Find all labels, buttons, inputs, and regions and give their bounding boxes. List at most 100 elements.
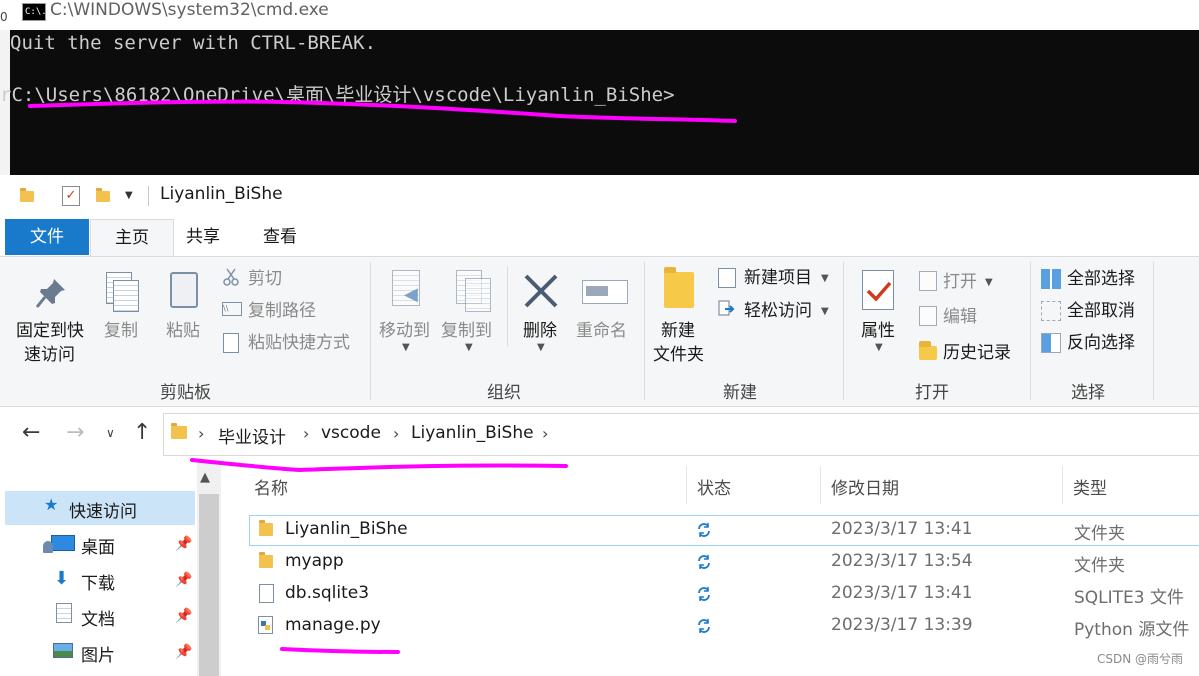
scrollbar-thumb[interactable] bbox=[199, 494, 219, 676]
select-none-icon bbox=[1041, 301, 1061, 321]
copy-path-button[interactable]: 复制路径 bbox=[248, 300, 316, 322]
column-header-modified[interactable]: 修改日期 bbox=[831, 474, 899, 499]
new-item-button[interactable]: 新建项目 bbox=[744, 267, 812, 289]
nav-item-quick-access[interactable]: 快速访问 bbox=[69, 497, 137, 522]
delete-button[interactable]: 删除 bbox=[523, 320, 557, 342]
group-label-new: 新建 bbox=[723, 383, 757, 403]
column-header-status[interactable]: 状态 bbox=[697, 474, 731, 499]
file-modified: 2023/3/17 13:41 bbox=[831, 519, 973, 539]
new-item-caret-icon[interactable]: ▼ bbox=[821, 273, 829, 284]
delete-caret-icon[interactable]: ▼ bbox=[537, 342, 545, 353]
cmd-window-title: C:\WINDOWS\system32\cmd.exe bbox=[50, 0, 329, 20]
nav-item-desktop[interactable]: 桌面 bbox=[81, 533, 115, 558]
open-button[interactable]: 打开 bbox=[943, 271, 977, 293]
breadcrumb-chevron-icon[interactable]: › bbox=[303, 424, 309, 443]
file-icon bbox=[259, 584, 274, 603]
properties-button[interactable]: 属性 bbox=[861, 320, 895, 342]
recent-locations-chevron-icon[interactable]: ∨ bbox=[106, 426, 115, 440]
column-divider[interactable] bbox=[1062, 466, 1063, 504]
organize-inner-separator bbox=[507, 266, 508, 346]
forward-arrow-icon[interactable]: → bbox=[66, 420, 84, 445]
file-name[interactable]: manage.py bbox=[285, 615, 381, 635]
file-name[interactable]: myapp bbox=[285, 551, 344, 571]
desktop-user-icon bbox=[43, 541, 53, 553]
up-arrow-icon[interactable]: ↑ bbox=[133, 420, 151, 445]
nav-item-documents[interactable]: 文档 bbox=[81, 605, 115, 630]
copy-to-caret-icon[interactable]: ▼ bbox=[465, 342, 473, 353]
file-type: 文件夹 bbox=[1074, 556, 1125, 576]
quick-access-dropdown-icon[interactable]: ▼ bbox=[125, 190, 133, 201]
documents-icon bbox=[56, 603, 72, 623]
file-modified: 2023/3/17 13:41 bbox=[831, 583, 973, 603]
pin-icon bbox=[35, 279, 65, 308]
column-divider[interactable] bbox=[820, 466, 821, 504]
cut-button[interactable]: 剪切 bbox=[248, 268, 282, 290]
select-none-button[interactable]: 全部取消 bbox=[1067, 300, 1135, 322]
new-folder-label-1[interactable]: 新建 bbox=[661, 320, 695, 342]
paste-shortcut-icon bbox=[223, 333, 239, 353]
sync-icon bbox=[698, 619, 710, 633]
copy-to-button[interactable]: 复制到 bbox=[441, 320, 492, 342]
pin-quick-access-label-1[interactable]: 固定到快 bbox=[16, 320, 84, 342]
paste-shortcut-button[interactable]: 粘贴快捷方式 bbox=[248, 332, 350, 354]
breadcrumb-chevron-icon[interactable]: › bbox=[198, 424, 204, 443]
group-label-clipboard: 剪贴板 bbox=[160, 383, 211, 403]
breadcrumb-item[interactable]: Liyanlin_BiShe bbox=[411, 423, 534, 443]
move-to-button[interactable]: 移动到 bbox=[379, 320, 430, 342]
select-all-button[interactable]: 全部选择 bbox=[1067, 268, 1135, 290]
breadcrumb-chevron-icon[interactable]: › bbox=[542, 424, 548, 443]
open-caret-icon[interactable]: ▼ bbox=[985, 277, 993, 288]
scroll-up-arrow-icon[interactable]: ▲ bbox=[200, 470, 210, 485]
group-label-select: 选择 bbox=[1071, 383, 1105, 403]
console-prompt-line: rC:\Users\86182\OneDrive\桌面\毕业设计\vscode\… bbox=[0, 84, 675, 106]
breadcrumb-chevron-icon[interactable]: › bbox=[393, 424, 399, 443]
copy-button[interactable]: 复制 bbox=[104, 320, 138, 342]
column-header-name[interactable]: 名称 bbox=[254, 474, 288, 499]
watermark: CSDN @雨兮雨 bbox=[1096, 652, 1183, 666]
new-folder-label-2[interactable]: 文件夹 bbox=[653, 344, 704, 366]
history-button[interactable]: 历史记录 bbox=[943, 342, 1011, 364]
pin-icon[interactable]: 📌 bbox=[175, 572, 192, 588]
nav-item-downloads[interactable]: 下载 bbox=[81, 569, 115, 594]
column-divider[interactable] bbox=[686, 466, 687, 504]
move-to-caret-icon[interactable]: ▼ bbox=[402, 342, 410, 353]
properties-caret-icon[interactable]: ▼ bbox=[875, 342, 883, 353]
new-folder-icon bbox=[664, 267, 694, 308]
breadcrumb-item[interactable]: 毕业设计 bbox=[218, 423, 286, 448]
file-name[interactable]: Liyanlin_BiShe bbox=[285, 519, 408, 539]
sync-icon bbox=[698, 523, 710, 537]
tab-share[interactable]: 共享 bbox=[172, 219, 234, 255]
group-separator bbox=[843, 262, 844, 400]
edit-button[interactable]: 编辑 bbox=[943, 306, 977, 328]
invert-selection-icon bbox=[1041, 333, 1061, 353]
pin-icon[interactable]: 📌 bbox=[175, 644, 192, 660]
group-separator bbox=[370, 262, 371, 400]
new-folder-quick-icon[interactable] bbox=[96, 188, 110, 202]
properties-check-icon[interactable]: ✓ bbox=[62, 186, 80, 206]
tab-view[interactable]: 查看 bbox=[249, 219, 311, 255]
star-icon: ★ bbox=[44, 495, 59, 514]
properties-check-mark-icon bbox=[866, 281, 892, 302]
back-arrow-icon[interactable]: ← bbox=[22, 420, 40, 445]
easy-access-caret-icon[interactable]: ▼ bbox=[821, 306, 829, 317]
history-icon bbox=[919, 341, 937, 360]
pin-icon[interactable]: 📌 bbox=[175, 608, 192, 624]
file-name[interactable]: db.sqlite3 bbox=[285, 583, 369, 603]
delete-x-icon bbox=[524, 274, 558, 308]
nav-item-pictures[interactable]: 图片 bbox=[81, 641, 115, 666]
address-bar[interactable] bbox=[163, 413, 1199, 456]
rename-button[interactable]: 重命名 bbox=[576, 320, 627, 342]
column-header-type[interactable]: 类型 bbox=[1073, 474, 1107, 499]
file-type: 文件夹 bbox=[1074, 524, 1125, 544]
copy-path-icon: \\ bbox=[222, 302, 242, 316]
breadcrumb-item[interactable]: vscode bbox=[321, 423, 381, 443]
easy-access-button[interactable]: 轻松访问 bbox=[744, 300, 812, 322]
invert-selection-button[interactable]: 反向选择 bbox=[1067, 332, 1135, 354]
pin-icon[interactable]: 📌 bbox=[175, 536, 192, 552]
folder-icon bbox=[259, 520, 273, 536]
paste-button[interactable]: 粘贴 bbox=[166, 320, 200, 342]
file-modified: 2023/3/17 13:54 bbox=[831, 551, 973, 571]
tab-file[interactable]: 文件 bbox=[5, 219, 89, 255]
tab-home[interactable]: 主页 bbox=[90, 219, 174, 257]
pin-quick-access-label-2[interactable]: 速访问 bbox=[24, 344, 75, 366]
